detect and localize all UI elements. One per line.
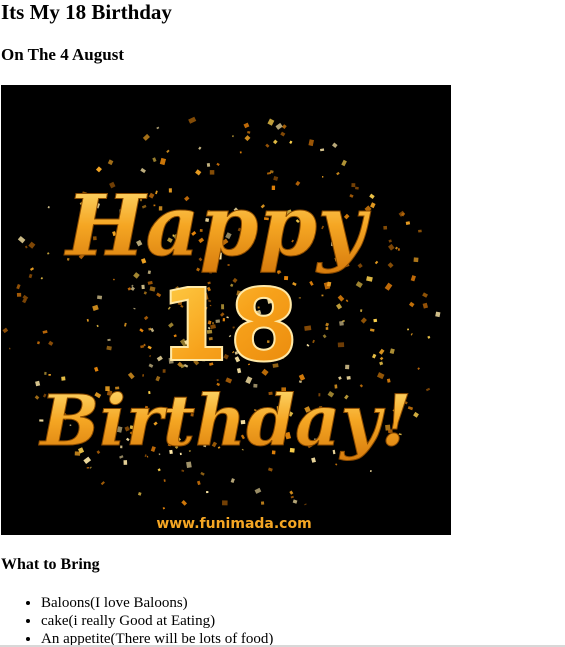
confetti-piece [260, 501, 265, 505]
confetti-piece [232, 135, 234, 138]
confetti-piece [383, 225, 388, 230]
confetti-piece [206, 162, 211, 167]
confetti-piece [16, 292, 22, 297]
confetti-piece [413, 257, 419, 263]
banner-number-18: 18 [159, 267, 298, 384]
bring-list: Baloons(I love Baloons) cake(i really Go… [1, 594, 273, 647]
confetti-piece [418, 229, 422, 233]
confetti-piece [107, 338, 111, 342]
confetti-piece [209, 170, 215, 175]
page: Its My 18 Birthday On The 4 August Happy… [0, 0, 565, 647]
confetti-piece [86, 467, 90, 469]
list-item: cake(i really Good at Eating) [41, 612, 273, 630]
birthday-banner-image: Happy 18 Birthday! www.funimada.com [1, 85, 451, 535]
banner-watermark: www.funimada.com [156, 516, 311, 532]
confetti-piece [206, 491, 209, 494]
confetti-piece [373, 318, 378, 323]
confetti-piece [435, 311, 441, 318]
list-item: Baloons(I love Baloons) [41, 594, 273, 612]
confetti-piece [325, 327, 329, 330]
confetti-piece [407, 328, 409, 331]
confetti-piece [186, 461, 192, 469]
confetti-piece [222, 500, 228, 506]
confetti-piece [48, 374, 51, 376]
confetti-piece [321, 294, 324, 297]
confetti-piece [141, 284, 145, 290]
confetti-piece [44, 371, 47, 375]
bring-heading: What to Bring [1, 556, 100, 573]
confetti-piece [304, 325, 312, 331]
confetti-piece [345, 364, 350, 370]
confetti-piece [239, 151, 242, 154]
confetti-piece [97, 295, 103, 300]
banner-word-happy: Happy [64, 176, 371, 275]
page-title: Its My 18 Birthday [1, 0, 172, 24]
confetti-piece [298, 297, 301, 299]
confetti-piece [337, 342, 345, 348]
banner-word-birthday: Birthday! [38, 379, 412, 462]
page-subtitle: On The 4 August [1, 45, 124, 64]
